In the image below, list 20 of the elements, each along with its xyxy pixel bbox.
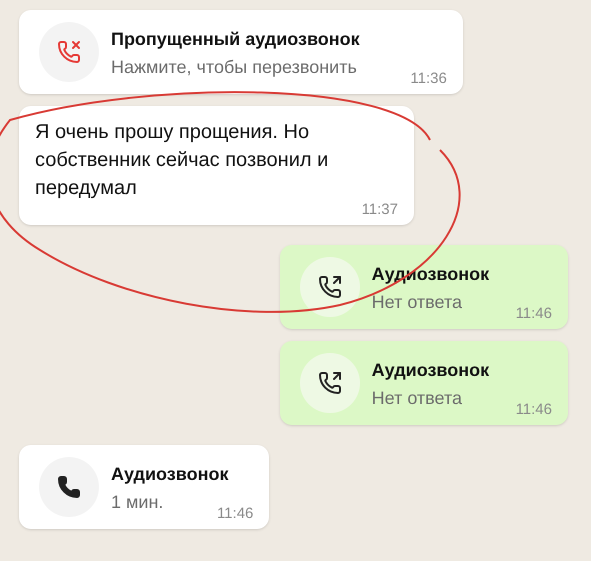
call-bubble[interactable]: Пропущенный аудиозвонок Нажмите, чтобы перезвонить 11:36 bbox=[19, 10, 463, 94]
outgoing-call-icon bbox=[318, 275, 342, 299]
message-time: 11:46 bbox=[216, 506, 254, 521]
message-time: 11:46 bbox=[516, 402, 552, 417]
call-title: Аудиозвонок bbox=[372, 359, 490, 382]
call-bubble[interactable]: Аудиозвонок Нет ответа 11:46 bbox=[280, 341, 568, 425]
outgoing-call-icon bbox=[318, 371, 342, 395]
call-title: Аудиозвонок bbox=[111, 463, 230, 486]
call-status: Нет ответа bbox=[372, 292, 462, 312]
message-text: Я очень прошу прощения. Но собственник сейчас позвонил и передумал bbox=[35, 120, 330, 201]
message-time: 11:37 bbox=[362, 202, 398, 217]
call-status: Нет ответа bbox=[372, 388, 462, 408]
call-status: Нажмите, чтобы перезвонить bbox=[111, 57, 357, 77]
call-bubble[interactable]: Аудиозвонок 1 мин. 11:46 bbox=[19, 445, 270, 529]
message-time: 11:36 bbox=[410, 71, 447, 86]
message-time: 11:46 bbox=[516, 306, 552, 321]
call-status: 1 мин. bbox=[111, 492, 164, 512]
call-title: Пропущенный аудиозвонок bbox=[111, 28, 361, 51]
missed-call-icon bbox=[57, 40, 81, 64]
phone-icon bbox=[57, 475, 81, 499]
